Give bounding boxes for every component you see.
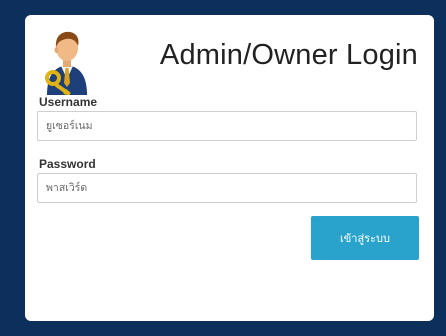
password-label: Password — [39, 157, 96, 171]
password-field[interactable] — [37, 173, 417, 203]
login-button[interactable]: เข้าสู่ระบบ — [311, 216, 419, 260]
username-field[interactable] — [37, 111, 417, 141]
username-label: Username — [39, 95, 98, 109]
page-title: Admin/Owner Login — [159, 39, 418, 71]
login-card: Admin/Owner Login Username Password เข้า… — [25, 15, 434, 321]
